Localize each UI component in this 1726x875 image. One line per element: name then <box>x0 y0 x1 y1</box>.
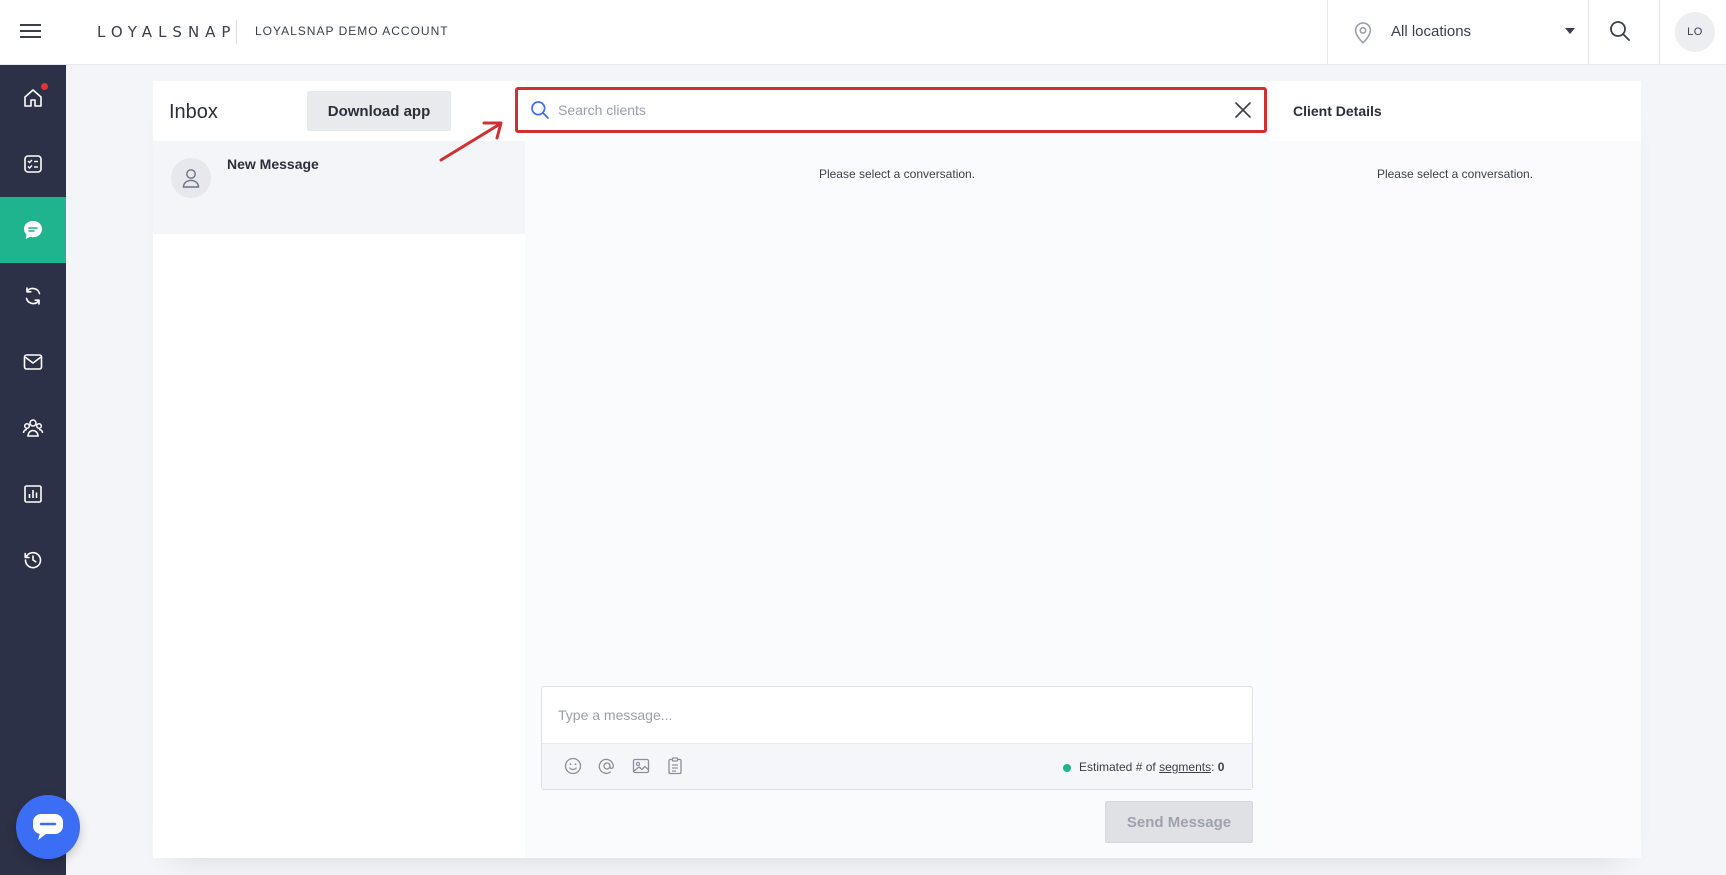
conversation-name: New Message <box>227 156 319 172</box>
notification-dot <box>41 83 48 90</box>
search-icon <box>530 100 550 125</box>
sidebar-item-clients[interactable] <box>0 395 66 461</box>
message-composer: Estimated # of segments: 0 <box>541 686 1253 790</box>
segments-estimate: Estimated # of segments: 0 <box>1079 760 1225 774</box>
sidebar-item-inbox[interactable] <box>0 197 66 263</box>
inbox-panel: Inbox Download app New Message Please se… <box>153 81 1641 858</box>
chart-icon <box>24 485 42 503</box>
brand-divider <box>236 20 237 44</box>
search-clients-input[interactable] <box>558 99 1218 121</box>
search-icon[interactable] <box>1609 20 1635 46</box>
conversation-empty-state: Please select a conversation. <box>818 167 976 181</box>
chat-icon <box>24 221 42 239</box>
inbox-title: Inbox <box>169 101 218 123</box>
segments-label: Estimated # of <box>1079 760 1156 774</box>
home-icon <box>24 89 42 107</box>
annotation-arrow-icon <box>439 121 503 162</box>
menu-icon[interactable] <box>20 20 46 44</box>
location-pin-icon <box>1354 22 1372 49</box>
user-icon <box>171 158 211 198</box>
mail-icon <box>23 354 43 370</box>
search-clients-box <box>515 87 1267 133</box>
header-divider <box>1659 0 1660 65</box>
client-details-panel: Client Details Please select a conversat… <box>1269 81 1641 858</box>
location-label: All locations <box>1391 23 1472 40</box>
client-details-empty-state: Please select a conversation. <box>1376 167 1534 181</box>
emoji-icon[interactable] <box>564 757 584 777</box>
client-details-title: Client Details <box>1293 103 1382 119</box>
sidebar-item-reports[interactable] <box>0 461 66 527</box>
refresh-icon <box>25 287 41 305</box>
history-icon <box>24 551 42 569</box>
brand-logo[interactable]: LOYALSNAP <box>97 23 236 41</box>
people-icon <box>22 419 44 437</box>
account-name: LOYALSNAP DEMO ACCOUNT <box>255 24 449 38</box>
sidebar-item-history[interactable] <box>0 527 66 593</box>
chat-bubble-icon <box>33 814 63 840</box>
sidebar-item-automations[interactable] <box>0 263 66 329</box>
user-avatar[interactable]: LO <box>1675 12 1715 52</box>
download-app-button[interactable]: Download app <box>307 91 451 131</box>
segments-count: 0 <box>1217 760 1225 774</box>
sidebar-item-tasks[interactable] <box>0 131 66 197</box>
composer-toolbar: Estimated # of segments: 0 <box>542 743 1252 789</box>
close-icon[interactable] <box>1234 101 1252 124</box>
segments-link[interactable]: segments <box>1159 760 1211 774</box>
chat-launcher-button[interactable] <box>16 795 80 859</box>
client-details-header: Client Details <box>1269 81 1641 141</box>
sidebar <box>0 65 66 875</box>
checklist-icon <box>24 155 42 173</box>
top-bar: LOYALSNAP LOYALSNAP DEMO ACCOUNT All loc… <box>0 0 1726 65</box>
status-dot <box>1063 764 1071 772</box>
conversation-panel: Please select a conversation. Search cli… <box>515 81 1269 858</box>
chevron-down-icon <box>1565 28 1575 34</box>
send-message-button[interactable]: Send Message <box>1105 801 1253 843</box>
image-icon[interactable] <box>632 757 652 777</box>
sidebar-item-campaigns[interactable] <box>0 329 66 395</box>
sidebar-item-home[interactable] <box>0 65 66 131</box>
location-selector[interactable]: All locations <box>1327 0 1589 65</box>
message-input[interactable] <box>542 687 1252 743</box>
mention-icon[interactable] <box>598 757 618 777</box>
template-icon[interactable] <box>666 757 686 777</box>
